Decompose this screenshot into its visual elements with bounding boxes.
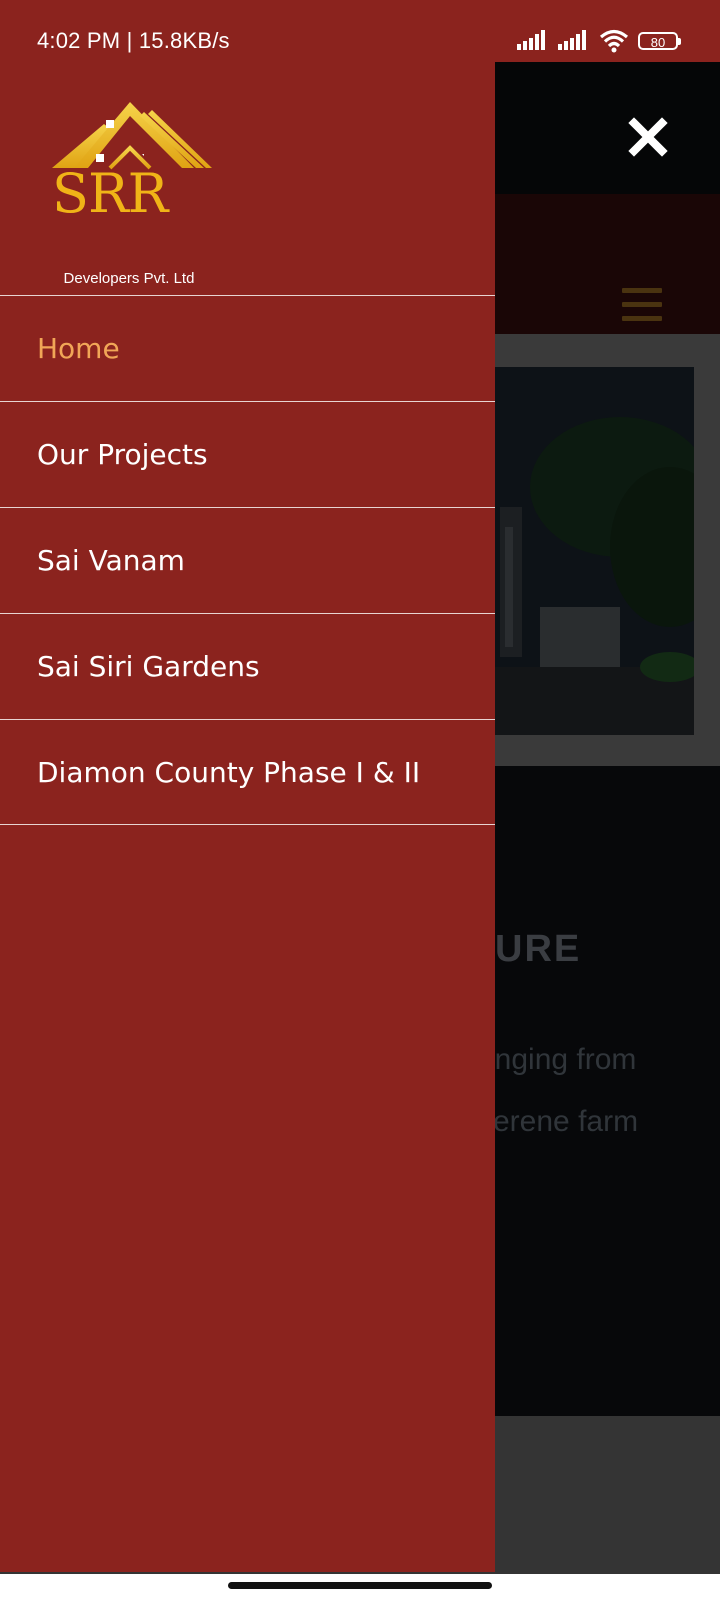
signal-icon (558, 30, 586, 50)
background-heading: URE (495, 928, 582, 970)
home-indicator[interactable] (228, 1582, 492, 1589)
villa-photo (470, 367, 694, 735)
logo-tagline: Developers Pvt. Ltd (63, 270, 195, 287)
navigation-drawer: SRR Developers Pvt. Ltd Home Our Project… (0, 62, 495, 1572)
hamburger-menu-icon (622, 288, 662, 324)
wifi-icon (599, 29, 629, 53)
close-icon[interactable] (628, 117, 668, 157)
drawer-menu: Home Our Projects Sai Vanam Sai Siri Gar… (0, 295, 495, 825)
background-text-line: anging from (478, 1043, 637, 1076)
menu-item-diamon-county[interactable]: Diamon County Phase I & II (0, 719, 495, 825)
signal-icon (517, 30, 545, 50)
status-bar: 4:02 PM | 15.8KB/s 80 (0, 0, 720, 62)
battery-icon: 80 (638, 32, 681, 50)
system-nav-bar (0, 1574, 720, 1600)
company-logo[interactable]: SRR Developers Pvt. Ltd (44, 102, 214, 287)
menu-item-sai-siri-gardens[interactable]: Sai Siri Gardens (0, 613, 495, 719)
background-photo (470, 367, 694, 735)
menu-item-home[interactable]: Home (0, 295, 495, 401)
status-time: 4:02 PM | 15.8KB/s (37, 28, 230, 53)
background-text-line: serene farm (478, 1105, 639, 1138)
menu-item-our-projects[interactable]: Our Projects (0, 401, 495, 507)
logo-brand-text: SRR (52, 162, 168, 225)
status-icons: 80 (517, 28, 681, 54)
menu-item-sai-vanam[interactable]: Sai Vanam (0, 507, 495, 613)
